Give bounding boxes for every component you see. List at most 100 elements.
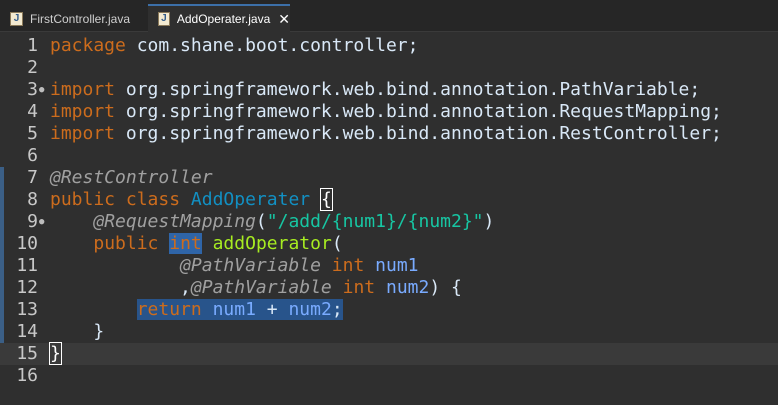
code-text: @RestController bbox=[50, 167, 213, 189]
line-number: 11 bbox=[16, 255, 38, 276]
code-token: } bbox=[49, 342, 62, 365]
code-token: ) bbox=[483, 211, 495, 232]
code-line[interactable]: 7 @RestController bbox=[0, 167, 778, 189]
code-token: + bbox=[255, 299, 289, 320]
code-editor[interactable]: 1 package com.shane.boot.controller; 2 3 ● im… bbox=[0, 33, 778, 405]
line-number: 15 bbox=[16, 343, 38, 364]
line-number: 12 bbox=[16, 277, 38, 298]
code-text: @PathVariable int num1 bbox=[50, 255, 419, 277]
code-line[interactable]: 16 bbox=[0, 365, 778, 387]
code-line[interactable]: 1 package com.shane.boot.controller; bbox=[0, 35, 778, 57]
code-token: ) { bbox=[429, 277, 462, 298]
code-token: org.springframework.web.bind.annotation.… bbox=[115, 123, 722, 144]
code-token: int bbox=[169, 233, 202, 254]
line-number: 14 bbox=[16, 321, 38, 342]
code-line[interactable]: 3 ● import org.springframework.web.bind.an… bbox=[0, 79, 778, 101]
code-line[interactable]: 6 bbox=[0, 145, 778, 167]
code-token: int bbox=[331, 255, 365, 276]
code-text: public int addOperator( bbox=[50, 233, 343, 255]
code-line[interactable]: 13 return num1 + num2; bbox=[0, 299, 778, 321]
code-token: addOperator bbox=[212, 233, 332, 254]
code-line[interactable]: 2 bbox=[0, 57, 778, 79]
code-token: } bbox=[50, 321, 105, 342]
code-token: class bbox=[125, 189, 181, 210]
code-line[interactable]: 14 } bbox=[0, 321, 778, 343]
line-number: 5 bbox=[27, 123, 38, 144]
code-token: package bbox=[50, 35, 126, 56]
close-icon[interactable]: ✕ bbox=[278, 11, 290, 28]
code-line[interactable]: 4 import org.springframework.web.bind.ann… bbox=[0, 101, 778, 123]
code-token: import bbox=[50, 101, 116, 122]
code-token: public bbox=[50, 189, 116, 210]
code-token: , bbox=[50, 277, 191, 298]
code-line[interactable]: 5 import org.springframework.web.bind.ann… bbox=[0, 123, 778, 145]
text-caret bbox=[60, 344, 62, 364]
line-number: 8 bbox=[27, 189, 38, 210]
code-token: @RestController bbox=[50, 167, 213, 188]
code-token: import bbox=[50, 79, 116, 100]
code-text: import org.springframework.web.bind.anno… bbox=[50, 79, 700, 101]
code-text: } bbox=[50, 321, 104, 343]
code-token: AddOperater bbox=[190, 189, 311, 210]
code-token: num2 bbox=[385, 277, 430, 298]
line-number: 9 bbox=[27, 211, 38, 232]
java-editor: J FirstController.java J AddOperater.jav… bbox=[0, 0, 778, 405]
code-text: ,@PathVariable int num2) { bbox=[50, 277, 462, 299]
code-line[interactable]: 8 public class AddOperater { bbox=[0, 188, 778, 211]
line-number: 3 bbox=[27, 79, 38, 100]
code-token: num1 bbox=[212, 299, 256, 320]
line-number: 13 bbox=[16, 299, 38, 320]
line-number: 7 bbox=[27, 167, 38, 188]
code-token: ; bbox=[331, 299, 343, 320]
code-token: num1 bbox=[375, 255, 419, 276]
editor-tab-bar: J FirstController.java J AddOperater.jav… bbox=[0, 0, 778, 32]
code-token: public bbox=[93, 233, 159, 254]
java-file-icon: J bbox=[158, 12, 170, 26]
line-number: 2 bbox=[27, 57, 38, 78]
code-token: @RequestMapping bbox=[93, 211, 256, 232]
fold-icon[interactable]: ● bbox=[39, 79, 47, 101]
code-line[interactable]: 15} bbox=[0, 342, 778, 365]
code-line[interactable]: 12 ,@PathVariable int num2) { bbox=[0, 277, 778, 299]
code-token: org.springframework.web.bind.annotation.… bbox=[115, 101, 722, 122]
code-text: package com.shane.boot.controller; bbox=[50, 35, 418, 57]
code-line[interactable]: 11 @PathVariable int num1 bbox=[0, 255, 778, 277]
tab-label: AddOperater.java bbox=[176, 12, 271, 26]
code-token: ( bbox=[331, 233, 343, 254]
code-line[interactable]: 10 public int addOperator( bbox=[0, 233, 778, 255]
line-number: 10 bbox=[16, 233, 38, 254]
java-file-icon: J bbox=[10, 11, 23, 26]
line-number: 4 bbox=[27, 101, 38, 122]
code-text: import org.springframework.web.bind.anno… bbox=[50, 123, 722, 145]
tab-first-controller[interactable]: J FirstController.java bbox=[0, 6, 148, 31]
code-token: return bbox=[136, 299, 202, 320]
code-token: { bbox=[319, 188, 333, 211]
code-token: com.shane.boot.controller; bbox=[125, 35, 419, 56]
code-token: org.springframework.web.bind.annotation.… bbox=[115, 79, 701, 100]
tab-add-operater[interactable]: J AddOperater.java ✕ bbox=[148, 4, 290, 32]
fold-icon[interactable]: ● bbox=[39, 211, 47, 233]
code-token: num2 bbox=[288, 299, 332, 320]
code-text: @RequestMapping("/add/{num1}/{num2}") bbox=[50, 211, 494, 233]
code-text: import org.springframework.web.bind.anno… bbox=[50, 101, 722, 123]
code-token: @PathVariable bbox=[180, 255, 321, 276]
code-token: ( bbox=[255, 211, 267, 232]
code-line[interactable]: 9 ● @RequestMapping("/add/{num1}/{num2}") bbox=[0, 211, 778, 233]
code-text: public class AddOperater { bbox=[50, 188, 333, 211]
tab-label: FirstController.java bbox=[30, 11, 131, 26]
code-token: int bbox=[342, 277, 376, 298]
code-token: import bbox=[50, 123, 116, 144]
